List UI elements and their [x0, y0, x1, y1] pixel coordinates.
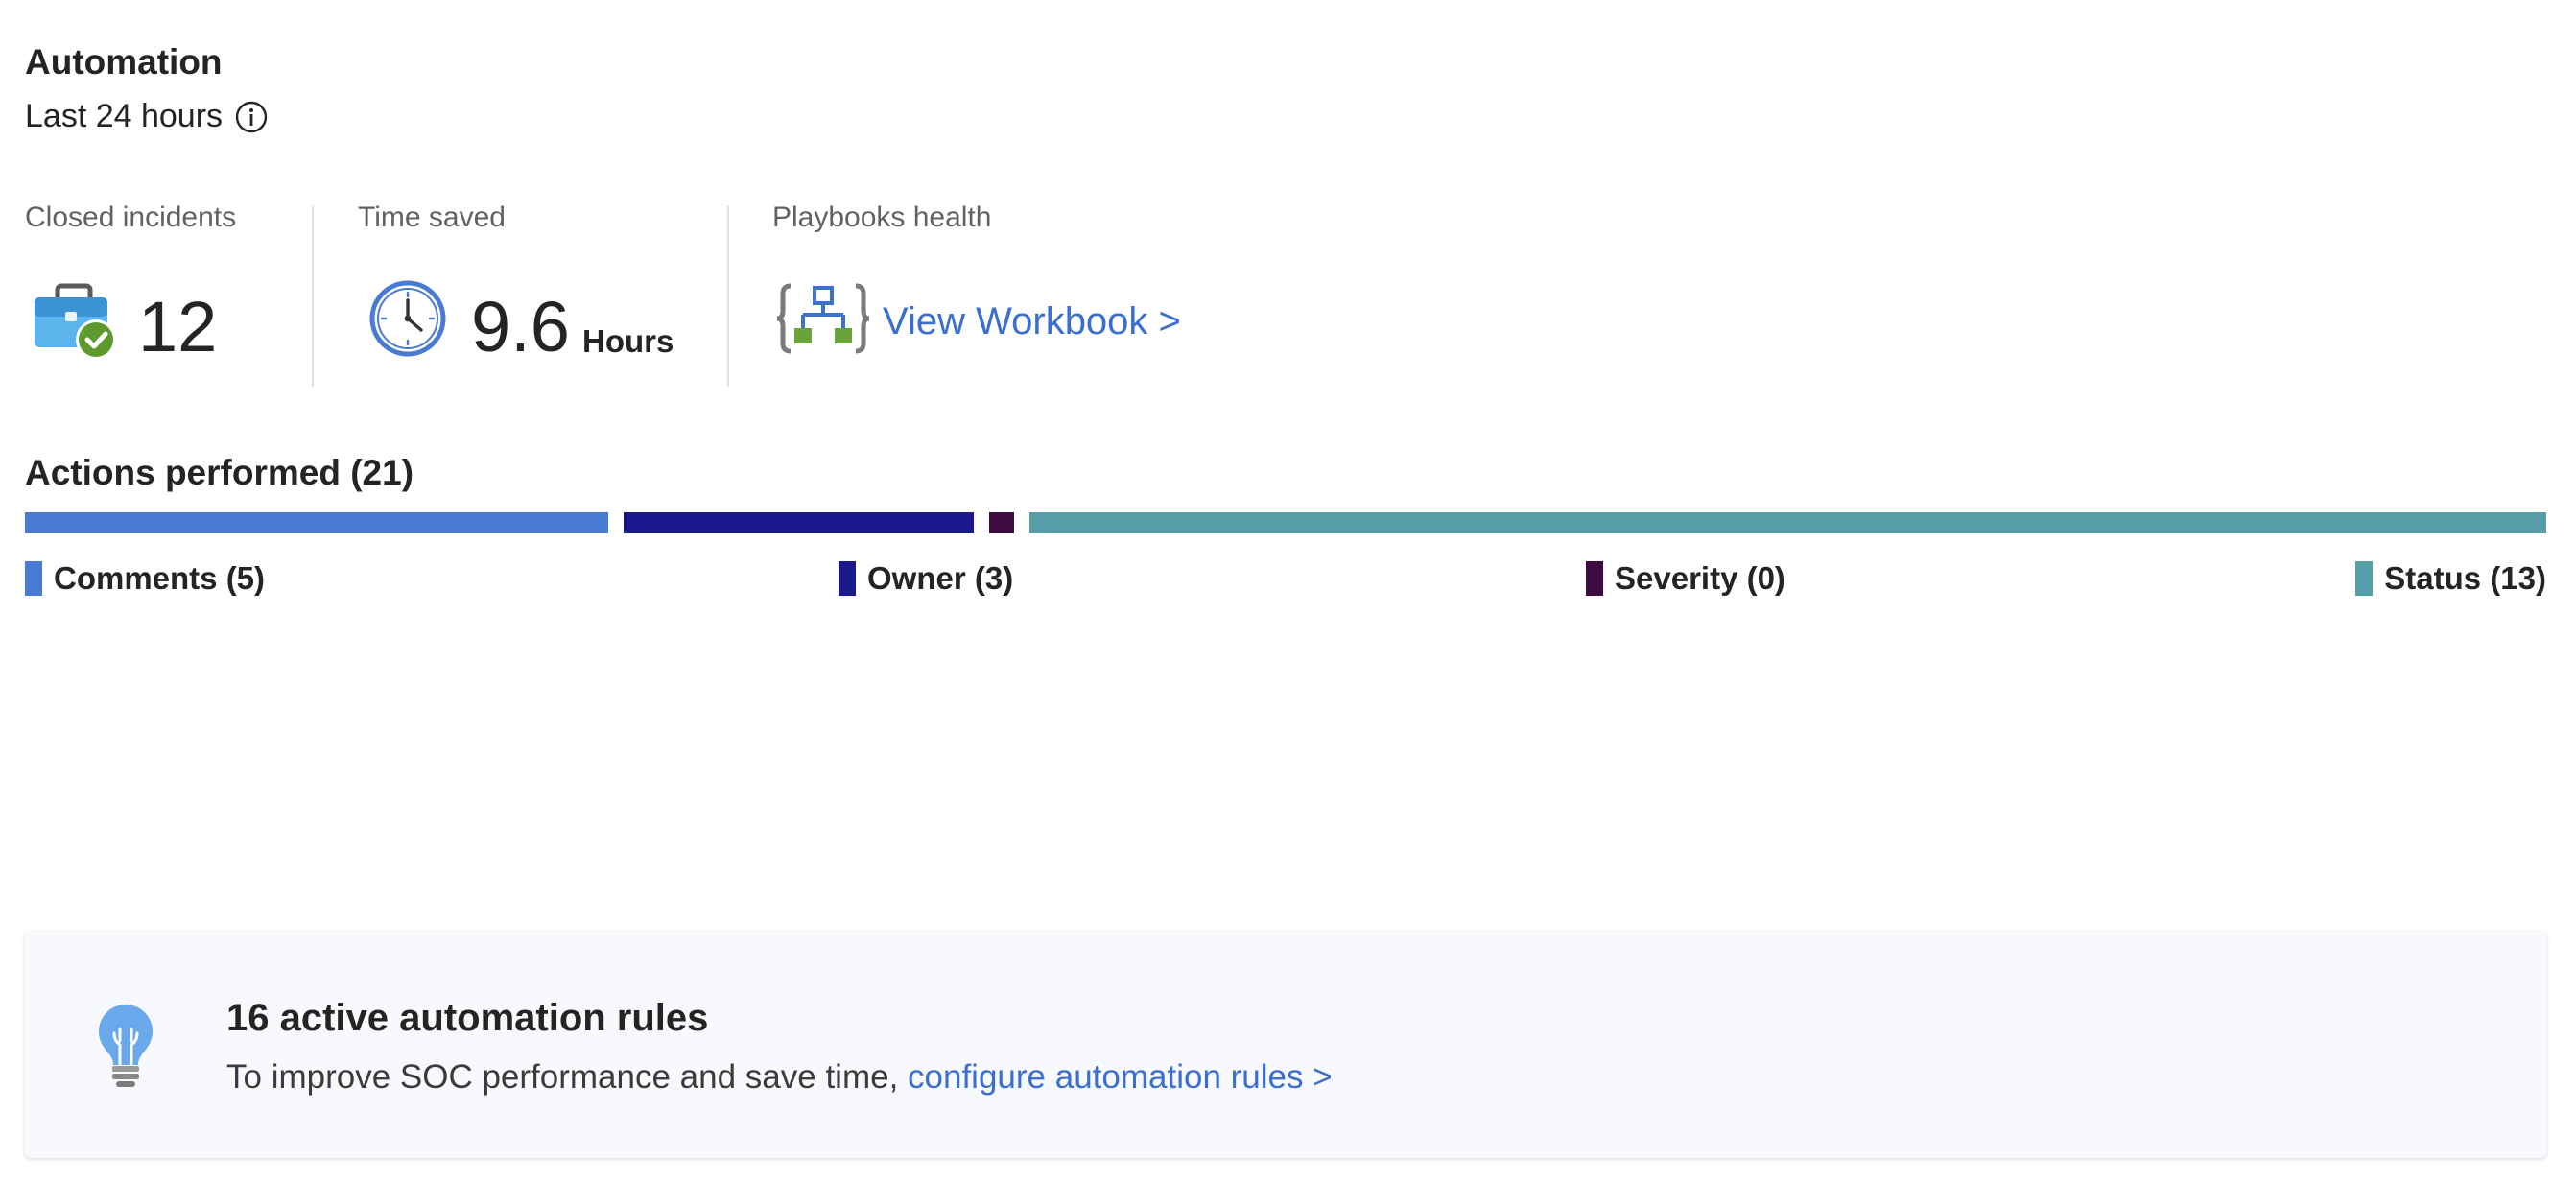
- metric-divider: [312, 206, 314, 387]
- legend-item-comments: Comments (5): [25, 560, 265, 597]
- clock-icon: [368, 279, 447, 363]
- automation-rules-title: 16 active automation rules: [226, 997, 709, 1039]
- playbook-workflow-icon: [776, 280, 870, 362]
- bar-segment-status: [1028, 512, 2546, 533]
- automation-rules-card: 16 active automation rules To improve SO…: [25, 932, 2546, 1158]
- tip-text: To improve SOC performance and save time…: [226, 1058, 899, 1096]
- closed-incidents-value: 12: [138, 287, 218, 366]
- legend-label: Comments (5): [54, 560, 266, 596]
- bar-segment-severity: [988, 512, 1014, 533]
- metric-divider: [727, 206, 729, 387]
- legend-item-owner: Owner (3): [839, 560, 1013, 597]
- bar-segment-comments: [25, 512, 609, 533]
- legend-swatch: [2355, 561, 2374, 596]
- bar-segment-owner: [624, 512, 974, 533]
- legend-label: Severity (0): [1615, 560, 1785, 596]
- actions-performed-title: Actions performed (21): [25, 453, 414, 492]
- legend-label: Status (13): [2384, 560, 2546, 596]
- legend-item-severity: Severity (0): [1586, 560, 1785, 597]
- toolbox-check-icon: [31, 280, 121, 366]
- legend-swatch: [839, 561, 856, 596]
- playbooks-health-label: Playbooks health: [772, 201, 992, 233]
- timeframe-label: Last 24 hours: [25, 98, 224, 134]
- time-saved-label: Time saved: [358, 201, 506, 233]
- legend-swatch: [25, 561, 42, 596]
- configure-automation-rules-link[interactable]: configure automation rules >: [908, 1058, 1333, 1096]
- info-icon[interactable]: [234, 100, 269, 134]
- legend-swatch: [1586, 561, 1603, 596]
- legend-label: Owner (3): [867, 560, 1014, 596]
- view-workbook-link[interactable]: View Workbook >: [883, 300, 1181, 343]
- time-saved-value: 9.6: [471, 287, 570, 366]
- closed-incidents-label: Closed incidents: [25, 201, 237, 233]
- legend-item-status: Status (13): [2355, 560, 2546, 597]
- automation-rules-text: To improve SOC performance and save time…: [226, 1058, 1333, 1097]
- lightbulb-icon: [94, 1001, 157, 1098]
- automation-panel: Automation Last 24 hours Closed incident…: [0, 0, 2576, 1182]
- timeframe: Last 24 hours: [25, 98, 269, 135]
- time-saved-unit: Hours: [582, 323, 674, 359]
- panel-title: Automation: [25, 42, 223, 82]
